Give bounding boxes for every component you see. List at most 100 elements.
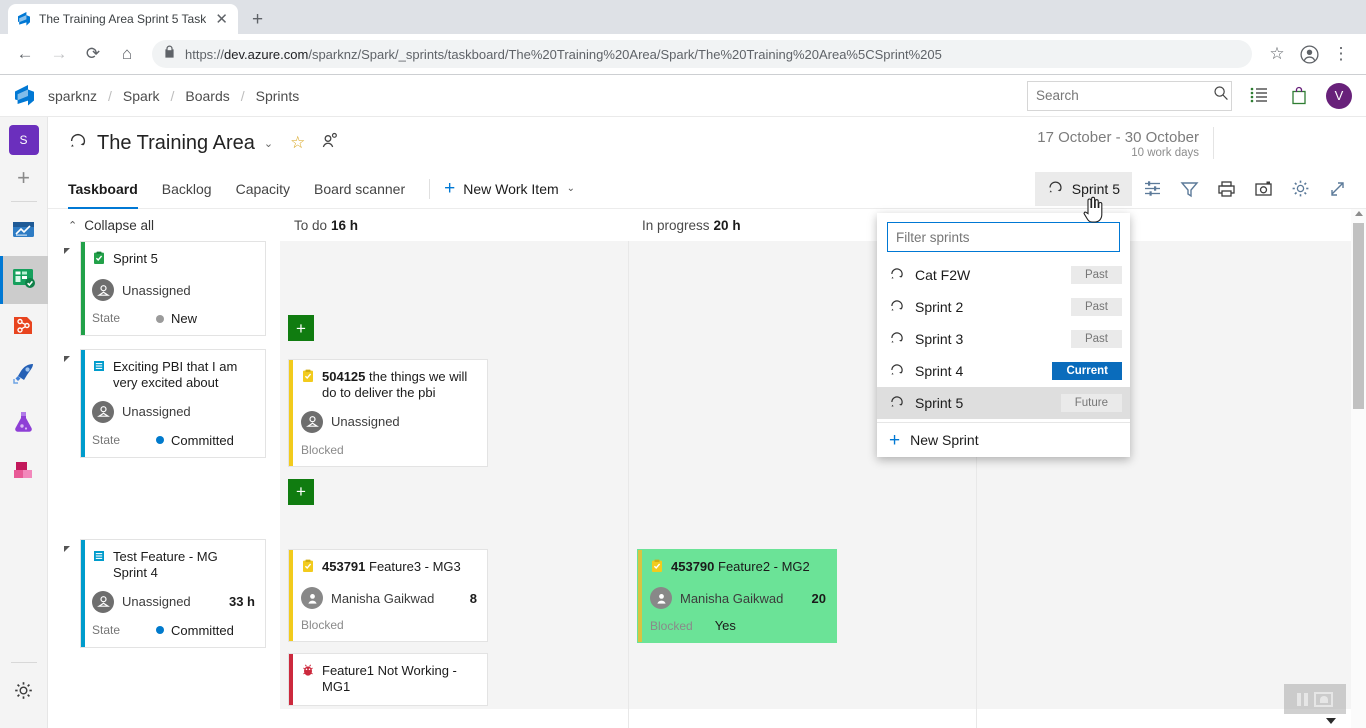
pause-icon[interactable] [1297,692,1308,706]
card-header: 453791 Feature3 - MG3 [301,559,477,578]
person-settings-icon[interactable] [1135,174,1169,204]
azure-devops-logo[interactable] [0,84,48,107]
cell-todo-lane1[interactable]: + [280,241,628,349]
sidebar-item-overview[interactable] [0,208,48,256]
collapse-lane-icon[interactable] [64,248,70,254]
tab-taskboard[interactable]: Taskboard [68,169,138,209]
sidebar-item-boards[interactable] [0,256,48,304]
bookmark-star-icon[interactable]: ☆ [1262,39,1292,69]
breadcrumb-org[interactable]: sparknz [48,88,97,104]
backlog-card[interactable]: Sprint 5 Unassigned State New [80,241,266,336]
task-card[interactable]: 504125 the things we will do to deliver … [288,359,488,467]
settings-gear-icon[interactable] [1283,174,1317,204]
team-members-icon[interactable] [321,132,339,155]
new-sprint-button[interactable]: + New Sprint [877,423,1130,457]
sprint-menu-item-sprint-4[interactable]: Sprint 4 Current [877,355,1130,387]
board-columns: + 504125 the things we will do to delive… [280,241,1366,728]
reload-button[interactable]: ⟳ [78,39,108,69]
forward-button[interactable]: → [44,39,74,69]
task-card[interactable]: 453791 Feature3 - MG3 Manisha Gaikwad 8 [288,549,488,642]
sprint-menu-item-sprint-5[interactable]: Sprint 5 Future [877,387,1130,419]
collapse-all-button[interactable]: ⌃ Collapse all [62,209,280,241]
rail-add-icon[interactable]: + [17,165,30,191]
backlog-card[interactable]: Test Feature - MG Sprint 4 Unassigned 33… [80,539,266,648]
card-header: Feature1 Not Working - MG1 [301,663,477,696]
recorder-overlay[interactable] [1284,684,1346,714]
task-card[interactable]: Feature1 Not Working - MG1 [288,653,488,706]
search-input[interactable] [1036,88,1213,103]
camera-icon[interactable] [1246,174,1280,204]
global-search[interactable] [1027,80,1232,111]
azure-devops-favicon [16,11,32,27]
search-icon[interactable] [1213,85,1229,106]
breadcrumb-boards[interactable]: Boards [185,88,229,104]
marketplace-list-icon[interactable] [1246,83,1272,109]
board-grid: Sprint 5 Unassigned State New Exciting P… [48,241,1366,728]
backlog-card[interactable]: Exciting PBI that I am very excited abou… [80,349,266,458]
state-label: State [92,622,121,637]
breadcrumb-sprints[interactable]: Sprints [256,88,300,104]
sidebar-item-pipelines[interactable] [0,352,48,400]
sidebar-item-test-plans[interactable] [0,400,48,448]
back-button[interactable]: ← [10,39,40,69]
fullscreen-icon[interactable] [1320,174,1354,204]
collapse-lane-icon[interactable] [64,356,70,362]
sidebar-item-repos[interactable] [0,304,48,352]
sprint-menu-item-cat-f2w[interactable]: Cat F2W Past [877,259,1130,291]
task-id: 504125 [322,369,366,384]
home-button[interactable]: ⌂ [112,39,142,69]
close-tab-icon[interactable]: ✕ [213,12,230,27]
status-badge: Future [1060,394,1122,412]
task-card[interactable]: 453790 Feature2 - MG2 Manisha Gaikwad 20 [637,549,837,643]
breadcrumb-project[interactable]: Spark [123,88,160,104]
sprint-menu-item-sprint-3[interactable]: Sprint 3 Past [877,323,1130,355]
browser-menu-icon[interactable]: ⋮ [1326,39,1356,69]
blocked-value: Yes [714,618,736,633]
filter-icon[interactable] [1172,174,1206,204]
sprint-icon [889,394,905,413]
cell-todo-lane2[interactable]: 504125 the things we will do to deliver … [280,349,628,539]
browser-toolbar: ← → ⟳ ⌂ https://dev.azure.com/sparknz/Sp… [0,34,1366,74]
gear-icon [14,681,33,705]
new-work-item-button[interactable]: + New Work Item ⌄ [444,179,575,198]
sprint-selector-button[interactable]: Sprint 5 [1034,171,1132,206]
screenshot-icon[interactable] [1314,691,1333,707]
cell-inprogress-lane3[interactable]: 453790 Feature2 - MG2 Manisha Gaikwad 20 [629,539,976,709]
project-avatar[interactable]: S [8,125,39,155]
scrollbar-thumb[interactable] [1353,223,1364,409]
breadcrumb-separator: / [170,87,175,104]
filter-sprints-input[interactable] [887,222,1120,252]
tab-capacity[interactable]: Capacity [236,169,290,209]
browser-tab[interactable]: The Training Area Sprint 5 Taskbo ✕ [8,4,238,34]
sidebar-item-artifacts[interactable] [0,448,48,496]
scroll-up-icon[interactable] [1354,211,1363,216]
board-vertical-scrollbar[interactable] [1351,209,1366,728]
tab-backlog[interactable]: Backlog [162,169,212,209]
card-state-row: State Committed [92,623,255,638]
print-icon[interactable] [1209,174,1243,204]
new-tab-button[interactable]: + [252,9,263,34]
chevron-down-icon[interactable]: ⌄ [264,137,273,150]
favorite-star-icon[interactable]: ☆ [290,133,305,153]
tab-board-scanner[interactable]: Board scanner [314,169,405,209]
card-title: 453790 Feature2 - MG2 [671,559,810,575]
address-bar[interactable]: https://dev.azure.com/sparknz/Spark/_spr… [152,40,1252,68]
page-tabs: Taskboard Backlog Capacity Board scanner… [48,169,1366,209]
avatar[interactable]: V [1326,82,1352,109]
recorder-caret-icon [1326,718,1336,724]
sprint-menu-item-sprint-2[interactable]: Sprint 2 Past [877,291,1130,323]
breadcrumb-separator: / [108,87,112,104]
sidebar-item-settings[interactable] [0,669,48,717]
marketplace-bag-icon[interactable] [1286,83,1312,109]
backlog-column: Sprint 5 Unassigned State New Exciting P… [48,241,280,728]
card-title: Exciting PBI that I am very excited abou… [113,359,238,391]
sprint-menu-label: Sprint 4 [915,363,964,379]
add-task-button[interactable]: + [288,478,314,505]
add-task-button[interactable]: + [288,315,314,341]
card-header: 453790 Feature2 - MG2 [650,559,826,578]
pipelines-icon [11,361,36,391]
collapse-lane-icon[interactable] [64,546,70,552]
profile-icon[interactable] [1294,39,1324,69]
cell-todo-lane3[interactable]: 453791 Feature3 - MG3 Manisha Gaikwad 8 [280,539,628,709]
task-title: Feature3 - MG3 [369,559,461,574]
